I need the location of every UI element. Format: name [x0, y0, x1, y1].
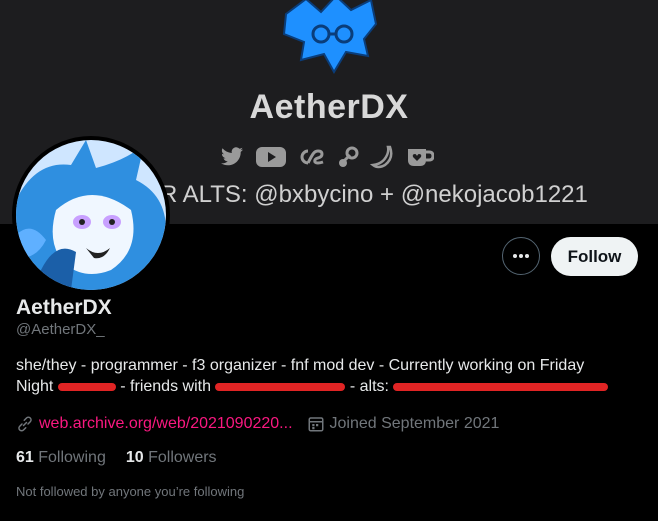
lastfm-icon [300, 149, 324, 165]
user-handle: @AetherDX_ [16, 321, 105, 338]
followers-link[interactable]: 10 Followers [126, 449, 217, 467]
following-label: Following [38, 449, 106, 466]
bio-text-1: she/they - programmer - f3 organizer - f… [16, 357, 585, 374]
kofi-icon [408, 149, 434, 166]
mutual-followers-note: Not followed by anyone you’re following [16, 484, 245, 499]
followers-count: 10 [125, 449, 144, 466]
bio-text-2: Night [16, 378, 54, 395]
youtube-icon [256, 147, 286, 167]
redaction-scribble [393, 382, 609, 391]
more-dots-icon [513, 254, 529, 258]
following-link[interactable]: 61 Following [16, 449, 106, 467]
avatar-art [16, 140, 166, 290]
banner-alts-text: R ALTS: @bxbycino + @nekojacob1221 [160, 181, 588, 208]
profile-meta: web.archive.org/web/2021090220... Joined… [16, 413, 499, 435]
bio-text-4: - alts: [349, 378, 389, 395]
banner-social-icons [218, 142, 434, 172]
avatar[interactable] [12, 136, 170, 294]
link-icon [18, 416, 32, 432]
redaction-scribble [57, 382, 116, 391]
steam-icon [339, 146, 359, 167]
display-name: AetherDX [16, 296, 112, 319]
bio-text-3: - friends with [120, 378, 211, 395]
more-options-button[interactable] [502, 237, 540, 275]
banner-logo-image [282, 0, 378, 74]
website-link[interactable]: web.archive.org/web/2021090220... [39, 415, 293, 433]
joined-date: Joined September 2021 [329, 415, 500, 432]
follow-stats: 61 Following 10 Followers [16, 449, 217, 467]
following-count: 61 [16, 449, 34, 466]
twitter-icon [221, 147, 243, 166]
profile-bio: she/they - programmer - f3 organizer - f… [16, 355, 646, 397]
calendar-icon [308, 417, 324, 432]
banner-title: AetherDX [249, 88, 409, 126]
follow-button[interactable]: Follow [551, 237, 638, 276]
redaction-scribble [215, 382, 346, 391]
banana-icon [370, 145, 393, 169]
followers-label: Followers [148, 449, 217, 466]
